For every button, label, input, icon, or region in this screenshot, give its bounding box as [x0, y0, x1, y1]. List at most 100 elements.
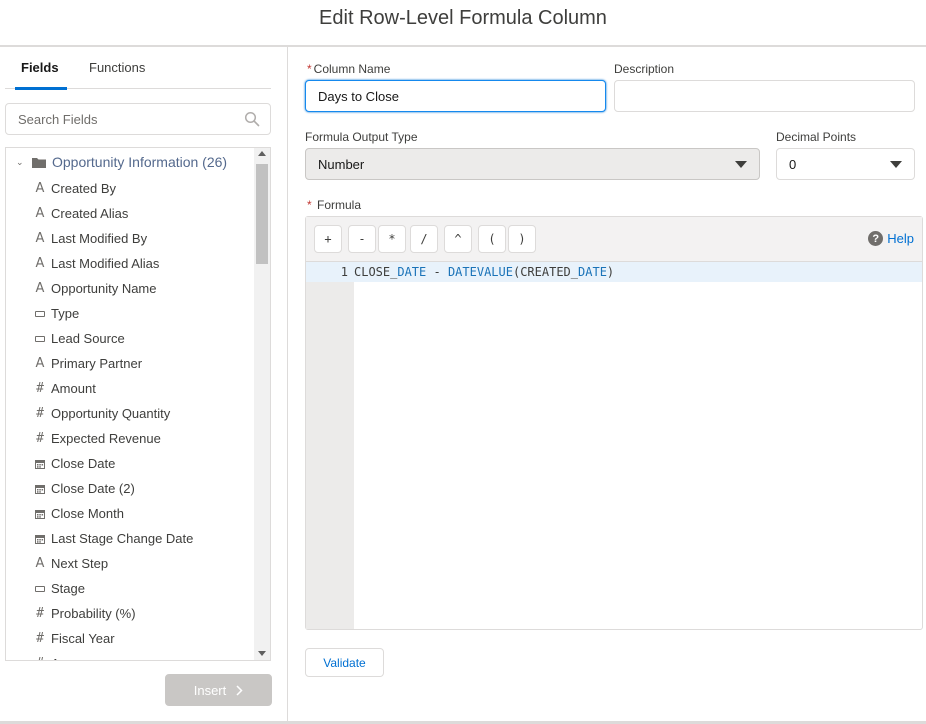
- field-item[interactable]: # Probability (%): [6, 601, 256, 626]
- text-field-icon: A: [35, 256, 45, 271]
- decimal-points-value: 0: [789, 156, 797, 172]
- field-item-label: Last Modified By: [51, 231, 148, 246]
- field-item[interactable]: A Last Modified Alias: [6, 251, 256, 276]
- field-item[interactable]: #A: [6, 651, 256, 660]
- scrollbar-thumb[interactable]: [256, 164, 268, 264]
- field-item[interactable]: # Opportunity Quantity: [6, 401, 256, 426]
- field-item[interactable]: A Created Alias: [6, 201, 256, 226]
- insert-button[interactable]: Insert: [165, 674, 272, 706]
- field-item-label: Opportunity Name: [51, 281, 157, 296]
- operator-button[interactable]: *: [378, 225, 406, 253]
- folder-icon: [32, 157, 46, 168]
- field-tree: ⌄ Opportunity Information (26) A Created …: [5, 147, 271, 661]
- field-item-label: Last Stage Change Date: [51, 531, 194, 546]
- operator-button[interactable]: ^: [444, 225, 472, 253]
- field-item-label: Last Modified Alias: [51, 256, 160, 271]
- field-group-label: Opportunity Information (26): [52, 154, 228, 170]
- field-item[interactable]: Close Date (2): [6, 476, 256, 501]
- operator-button[interactable]: +: [314, 225, 342, 253]
- column-name-label-text: Column Name: [313, 62, 391, 76]
- calendar-icon: [34, 509, 46, 519]
- operator-button[interactable]: (: [478, 225, 506, 253]
- decimal-points-label: Decimal Points: [776, 130, 857, 144]
- panel-tabs: Fields Functions: [5, 47, 271, 90]
- required-marker: *: [307, 62, 312, 76]
- field-item[interactable]: A Last Modified By: [6, 226, 256, 251]
- insert-button-label: Insert: [193, 682, 227, 698]
- field-item[interactable]: Close Date: [6, 451, 256, 476]
- fields-panel: Fields Functions ⌄ Opportunity Informati…: [0, 47, 288, 724]
- field-item[interactable]: A Primary Partner: [6, 351, 256, 376]
- code-line[interactable]: 1 CLOSE_DATE - DATEVALUE(CREATED_DATE): [306, 262, 922, 282]
- field-item[interactable]: # Amount: [6, 376, 256, 401]
- calendar-icon: [34, 484, 46, 494]
- field-item-label: Probability (%): [51, 606, 136, 621]
- field-item[interactable]: A Opportunity Name: [6, 276, 256, 301]
- chevron-down-icon[interactable]: ⌄: [16, 157, 26, 168]
- formula-toolbar: ? Help + - * / ^(): [306, 217, 922, 262]
- operator-button[interactable]: ): [508, 225, 536, 253]
- field-item-label: Created Alias: [51, 206, 129, 221]
- chevron-down-icon: [890, 161, 902, 168]
- tab-fields[interactable]: Fields: [15, 47, 67, 90]
- column-name-input[interactable]: [305, 80, 606, 112]
- field-item-label: Close Month: [51, 506, 124, 521]
- field-item-label: A: [51, 656, 60, 660]
- field-item-label: Type: [51, 306, 80, 321]
- required-marker: *: [307, 198, 312, 212]
- field-item[interactable]: Last Stage Change Date: [6, 526, 256, 551]
- field-item-label: Close Date: [51, 456, 116, 471]
- description-input[interactable]: [614, 80, 915, 112]
- field-item[interactable]: # Fiscal Year: [6, 626, 256, 651]
- operator-button[interactable]: /: [410, 225, 438, 253]
- number-field-icon: #: [36, 406, 44, 421]
- field-item[interactable]: A Next Step: [6, 551, 256, 576]
- field-item[interactable]: Lead Source: [6, 326, 256, 351]
- number-field-icon: #: [34, 656, 46, 660]
- validate-button[interactable]: Validate: [305, 648, 384, 677]
- field-item-label: Expected Revenue: [51, 431, 161, 446]
- scroll-up-icon[interactable]: [258, 151, 266, 156]
- decimal-points-select[interactable]: 0: [776, 148, 915, 180]
- number-field-icon: #: [36, 381, 44, 396]
- search-icon[interactable]: [244, 111, 260, 127]
- field-item-label: Amount: [51, 381, 96, 396]
- number-field-icon: #: [36, 606, 44, 621]
- field-item-label: Next Step: [51, 556, 109, 571]
- calendar-icon: [34, 459, 46, 469]
- chevron-right-icon: [236, 684, 243, 696]
- field-item-label: Created By: [51, 181, 117, 196]
- field-item[interactable]: # Expected Revenue: [6, 426, 256, 451]
- field-item-label: Lead Source: [51, 331, 125, 346]
- text-field-icon: A: [35, 181, 45, 196]
- picklist-field-icon: [34, 335, 46, 342]
- calendar-icon: [34, 534, 46, 544]
- help-label: Help: [887, 231, 914, 246]
- line-number: 1: [340, 265, 348, 279]
- field-group-opportunity-information[interactable]: ⌄ Opportunity Information (26): [6, 149, 256, 175]
- formula-label: * Formula: [307, 198, 361, 212]
- formula-code[interactable]: CLOSE_DATE - DATEVALUE(CREATED_DATE): [354, 262, 614, 282]
- text-field-icon: A: [35, 231, 45, 246]
- help-icon: ?: [868, 231, 884, 246]
- operator-button[interactable]: -: [348, 225, 376, 253]
- field-item[interactable]: Stage: [6, 576, 256, 601]
- field-item-label: Primary Partner: [51, 356, 143, 371]
- output-type-value: Number: [318, 156, 365, 172]
- search-fields-input[interactable]: [6, 104, 226, 134]
- column-name-label: * Column Name: [307, 62, 390, 76]
- formula-editor: ? Help + - * / ^() 1 CLOSE_DATE - DATEVALUE(…: [305, 216, 923, 630]
- field-item[interactable]: A Created By: [6, 176, 256, 201]
- field-item[interactable]: Close Month: [6, 501, 256, 526]
- tab-functions[interactable]: Functions: [89, 47, 145, 89]
- help-link[interactable]: ? Help: [868, 231, 914, 246]
- output-type-label: Formula Output Type: [305, 130, 418, 144]
- search-fields-box: [5, 103, 271, 135]
- text-field-icon: A: [35, 281, 45, 296]
- field-item[interactable]: Type: [6, 301, 256, 326]
- number-field-icon: #: [36, 631, 44, 646]
- field-list-scrollbar[interactable]: [254, 148, 270, 660]
- scroll-down-icon[interactable]: [258, 651, 266, 656]
- field-item-label: Fiscal Year: [51, 631, 115, 646]
- output-type-select[interactable]: Number: [305, 148, 760, 180]
